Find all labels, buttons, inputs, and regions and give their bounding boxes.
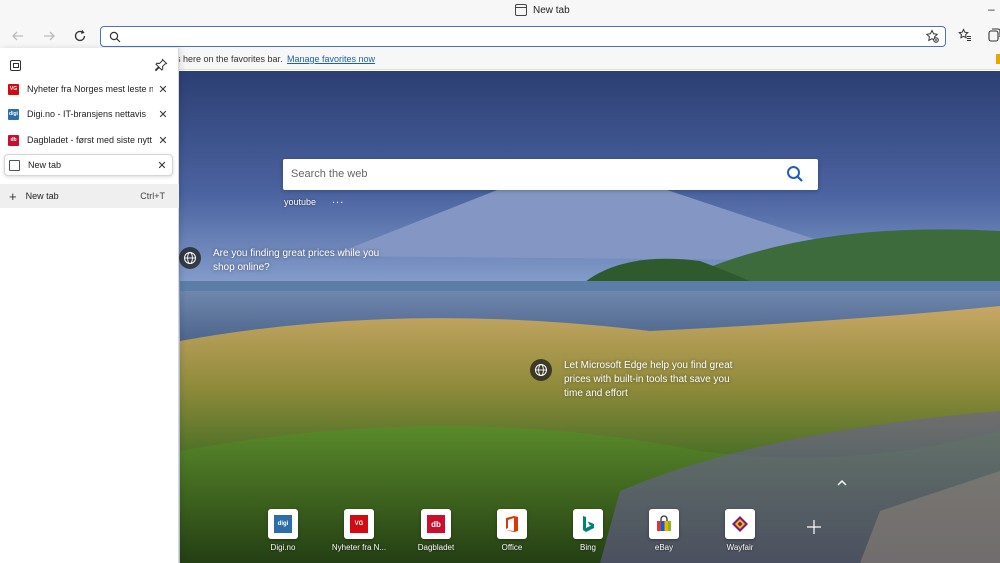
new-tab-button[interactable]: + New tab Ctrl+T xyxy=(0,184,179,208)
vg-favicon: VG xyxy=(8,83,19,95)
plus-icon: + xyxy=(9,188,17,204)
digi-icon: digi xyxy=(268,509,298,539)
chevron-up-icon[interactable] xyxy=(834,475,850,491)
add-favorite-button[interactable] xyxy=(925,29,939,48)
minimize-button[interactable]: – xyxy=(988,2,995,16)
promo-line: time and effort xyxy=(564,388,628,399)
digi-favicon: digi xyxy=(8,108,19,120)
forward-button[interactable] xyxy=(39,26,59,46)
web-search-box[interactable]: Search the web xyxy=(283,159,818,190)
window-title: New tab xyxy=(515,4,570,16)
shopping-promo-text: Are you finding great prices while you s… xyxy=(213,247,379,275)
star-add-icon xyxy=(925,29,939,43)
quick-link-label: Digi.no xyxy=(270,543,296,552)
tab-title: Nyheter fra Norges mest leste ne xyxy=(27,84,153,94)
manage-favorites-link[interactable]: Manage favorites now xyxy=(287,54,375,64)
quick-link-bing[interactable]: Bing xyxy=(555,509,621,552)
promo-line: shop online? xyxy=(213,262,270,273)
add-quick-link-button[interactable] xyxy=(806,518,822,541)
tab-page-icon xyxy=(515,4,527,16)
quick-link-office[interactable]: Office xyxy=(479,509,545,552)
quick-link-label: eBay xyxy=(654,543,674,552)
promo-line: Let Microsoft Edge help you find great xyxy=(564,360,733,371)
vertical-tabs-panel: VG Nyheter fra Norges mest leste ne ✕ di… xyxy=(0,48,179,563)
globe-icon xyxy=(530,359,552,381)
arrow-right-icon xyxy=(44,31,55,41)
promo-line: prices with built-in tools that save you xyxy=(564,374,730,385)
close-tab-button[interactable]: ✕ xyxy=(153,134,173,147)
close-tab-button[interactable]: ✕ xyxy=(153,108,173,121)
quick-link-label: Dagbladet xyxy=(417,543,455,552)
vg-icon: VG xyxy=(344,509,374,539)
tab-vg[interactable]: VG Nyheter fra Norges mest leste ne ✕ xyxy=(4,78,173,100)
title-bar: New tab – xyxy=(0,0,1000,24)
favorites-bar-message: s here on the favorites bar. xyxy=(176,54,283,64)
quick-link-ebay[interactable]: eBay xyxy=(631,509,697,552)
dagbladet-icon: db xyxy=(421,509,451,539)
toolbar xyxy=(0,24,1000,48)
address-bar[interactable] xyxy=(100,26,946,47)
close-tab-button[interactable]: ✕ xyxy=(152,159,172,172)
arrow-left-icon xyxy=(12,31,23,41)
quick-link-vg[interactable]: VG Nyheter fra N... xyxy=(326,509,392,552)
tab-actions-icon[interactable] xyxy=(10,60,21,71)
favorite-folder-icon[interactable] xyxy=(996,54,1000,64)
quick-link-digi[interactable]: digi Digi.no xyxy=(250,509,316,552)
pin-panel-button[interactable] xyxy=(154,58,168,77)
pin-icon xyxy=(154,58,168,72)
new-tab-label: New tab xyxy=(25,191,59,201)
bing-icon xyxy=(573,509,603,539)
favorites-list-icon xyxy=(958,28,971,41)
quick-link-label: Nyheter fra N... xyxy=(331,543,387,552)
new-tab-shortcut: Ctrl+T xyxy=(140,191,165,201)
edge-prices-promo-text: Let Microsoft Edge help you find great p… xyxy=(564,359,732,401)
search-placeholder: Search the web xyxy=(291,168,368,180)
window-title-text: New tab xyxy=(533,4,570,16)
quick-link-wayfair[interactable]: Wayfair xyxy=(707,509,773,552)
new-tab-favicon xyxy=(9,159,20,171)
dagbladet-favicon: db xyxy=(8,134,19,146)
favorites-button[interactable] xyxy=(958,28,972,47)
quick-link-label: Office xyxy=(501,543,523,552)
tab-new-tab[interactable]: New tab ✕ xyxy=(4,154,173,176)
search-icon xyxy=(109,30,121,48)
quick-link-label: Bing xyxy=(579,543,596,552)
tab-title: Digi.no - IT-bransjens nettavis xyxy=(27,109,147,119)
collections-button[interactable] xyxy=(988,28,1000,47)
more-suggestions-button[interactable]: ... xyxy=(332,194,344,206)
refresh-button[interactable] xyxy=(70,26,90,46)
search-submit-icon[interactable] xyxy=(786,165,804,188)
refresh-icon xyxy=(74,30,86,42)
tab-title: Dagbladet - først med siste nytt xyxy=(27,135,153,145)
quick-link-label: Wayfair xyxy=(726,543,754,552)
ebay-bag-icon xyxy=(649,509,679,539)
globe-icon xyxy=(179,247,201,269)
office-icon xyxy=(497,509,527,539)
quick-link-dagbladet[interactable]: db Dagbladet xyxy=(403,509,469,552)
back-button[interactable] xyxy=(8,26,28,46)
collections-icon xyxy=(988,28,1000,42)
close-tab-button[interactable]: ✕ xyxy=(153,83,173,96)
wayfair-icon xyxy=(725,509,755,539)
plus-icon xyxy=(807,520,821,534)
promo-line: Are you finding great prices while you xyxy=(213,248,380,259)
edge-prices-promo: Let Microsoft Edge help you find great p… xyxy=(530,359,732,401)
tab-dagbladet[interactable]: db Dagbladet - først med siste nytt ✕ xyxy=(4,129,173,151)
tab-title: New tab xyxy=(28,160,62,170)
search-suggestion[interactable]: youtube xyxy=(284,197,316,207)
tab-digi[interactable]: digi Digi.no - IT-bransjens nettavis ✕ xyxy=(4,103,173,125)
shopping-promo: Are you finding great prices while you s… xyxy=(179,247,379,275)
